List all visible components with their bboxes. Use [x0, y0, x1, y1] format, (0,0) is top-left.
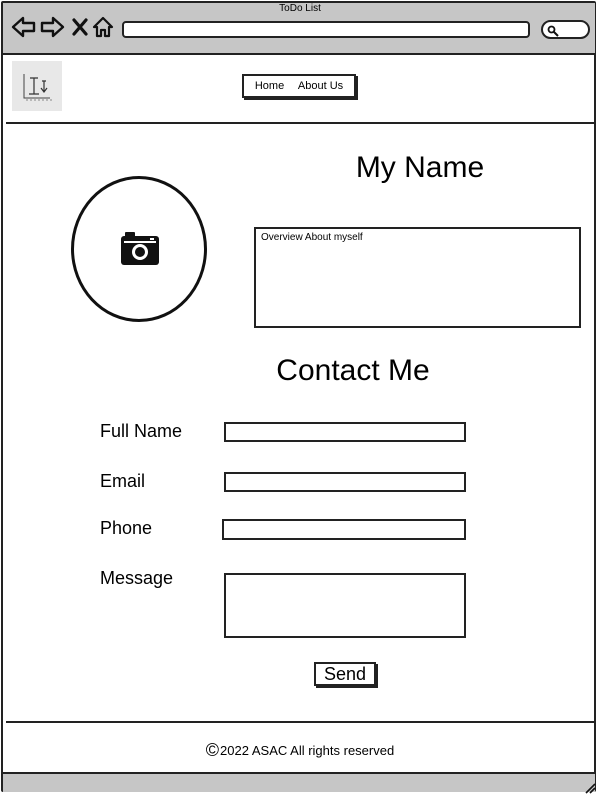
top-navigation: Home About Us: [242, 74, 356, 98]
full-name-label: Full Name: [100, 421, 183, 441]
browser-search-field[interactable]: [541, 20, 590, 39]
window-title: ToDo List: [279, 3, 321, 14]
back-arrow-icon[interactable]: [11, 15, 36, 39]
nav-link-home[interactable]: Home: [255, 80, 284, 92]
site-logo[interactable]: [12, 61, 62, 111]
message-textarea[interactable]: [224, 573, 466, 638]
browser-window: [1, 1, 596, 792]
camera-icon: [121, 232, 159, 265]
home-icon[interactable]: [92, 15, 114, 39]
phone-field[interactable]: [222, 519, 466, 540]
forward-arrow-icon[interactable]: [40, 15, 65, 39]
copyright-icon: ©: [205, 740, 220, 760]
resize-grip-icon[interactable]: [584, 782, 596, 794]
phone-label: Phone: [100, 518, 153, 538]
email-label: Email: [100, 471, 146, 491]
message-label: Message: [100, 568, 174, 588]
nav-link-about-us[interactable]: About Us: [298, 80, 343, 92]
copyright-text: 2022 ASAC All rights reserved: [220, 743, 395, 758]
search-icon: [547, 25, 559, 37]
footer-divider: [6, 721, 594, 723]
contact-heading: Contact Me: [276, 354, 430, 387]
copyright-notice: ©2022 ASAC All rights reserved: [0, 741, 600, 760]
overview-textbox: Overview About myself: [254, 227, 581, 328]
send-button[interactable]: Send: [314, 662, 376, 686]
address-bar[interactable]: [122, 21, 530, 38]
full-name-field[interactable]: [224, 422, 466, 442]
browser-statusbar: [3, 772, 595, 792]
logo-placeholder-icon: [12, 61, 62, 111]
profile-name-heading: My Name: [355, 151, 485, 184]
email-field[interactable]: [224, 472, 466, 492]
close-icon[interactable]: [71, 15, 89, 39]
header-divider: [6, 122, 594, 124]
